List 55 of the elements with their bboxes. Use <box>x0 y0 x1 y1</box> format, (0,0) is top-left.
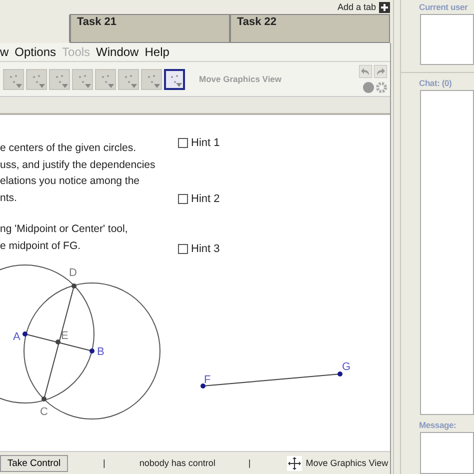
redo-icon[interactable] <box>374 65 387 78</box>
point-label: C <box>40 406 48 418</box>
point-label: A <box>13 331 20 343</box>
point[interactable] <box>56 340 60 344</box>
tool-button[interactable] <box>164 68 185 90</box>
users-list <box>420 14 474 65</box>
menu-item[interactable]: Options <box>14 45 56 59</box>
instruction-text: e midpoint of FG. <box>0 238 82 254</box>
message-field[interactable] <box>420 432 474 474</box>
settings-icon[interactable] <box>376 82 387 93</box>
tool-name: Move Graphics View <box>199 74 282 84</box>
instruction-text: e centers of the given circles. <box>0 141 137 156</box>
control-status: nobody has control <box>139 458 216 468</box>
point-label: G <box>342 361 351 373</box>
menu-item[interactable]: Help <box>144 45 170 59</box>
instruction-text: elations you notice among the <box>0 174 141 189</box>
menu-item[interactable]: w <box>0 45 9 59</box>
tab[interactable]: Task 21 <box>70 14 230 43</box>
chat-label: Chat: (0) <box>419 77 453 90</box>
point-label: E <box>61 330 68 342</box>
instruction-text: ng 'Midpoint or Center' tool, <box>0 222 129 237</box>
separator: | <box>103 458 106 468</box>
hint-checkbox[interactable]: Hint 3 <box>178 242 220 256</box>
hint-checkbox[interactable]: Hint 1 <box>178 136 220 150</box>
hint-checkbox[interactable]: Hint 2 <box>178 192 220 206</box>
tab[interactable]: Task 22 <box>230 14 390 43</box>
menu-item[interactable]: Window <box>96 45 139 59</box>
mode-label: Move Graphics View <box>306 458 388 468</box>
users-label: Current user <box>419 1 469 14</box>
point-label: B <box>97 346 104 358</box>
point[interactable] <box>338 372 342 376</box>
dots-icon <box>168 73 180 85</box>
point[interactable] <box>22 332 28 336</box>
dots-icon <box>146 73 158 85</box>
point[interactable] <box>42 396 46 402</box>
add-tab-link[interactable]: Add a tab <box>337 2 376 12</box>
point[interactable] <box>72 284 76 288</box>
dots-icon <box>30 73 42 85</box>
dots-icon <box>122 73 134 85</box>
instruction-text: uss, and justify the dependencies <box>0 158 156 172</box>
point[interactable] <box>200 384 206 388</box>
point-label: D <box>69 267 77 279</box>
undo-icon[interactable] <box>359 65 372 78</box>
point-label: F <box>204 374 211 386</box>
plus-icon[interactable] <box>379 2 390 12</box>
dots-icon <box>100 73 112 85</box>
dots-icon <box>76 73 88 85</box>
instruction-text: nts. <box>0 190 18 206</box>
separator: | <box>248 458 251 468</box>
dots-icon <box>8 73 20 85</box>
take-control-button[interactable]: Take Control <box>0 454 68 472</box>
move-icon <box>286 456 302 470</box>
point[interactable] <box>90 348 94 354</box>
message-label: Message: <box>419 419 458 432</box>
dots-icon <box>54 73 66 85</box>
